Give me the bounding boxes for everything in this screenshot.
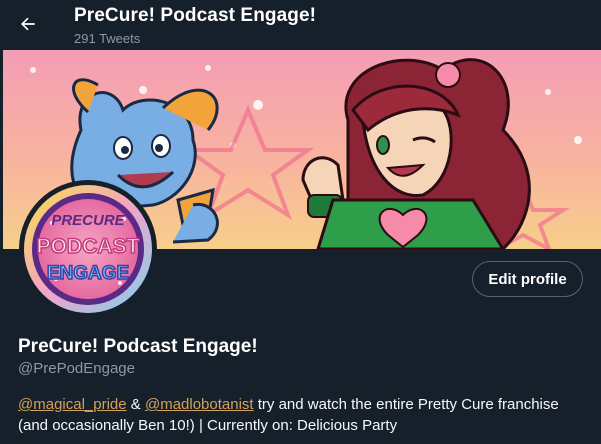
profile-bio: @magical_pride & @madlobotanist try and … [18,394,588,436]
profile-avatar[interactable]: PRECURE PODCAST ENGAGE [19,180,157,318]
logo-text-precure: PRECURE [51,212,125,229]
profile-handle: @PrePodEngage [18,360,135,377]
bio-mention-madlobotanist[interactable]: @madlobotanist [145,396,254,413]
profile-name: PreCure! Podcast Engage! [18,336,258,357]
arrow-left-icon [21,17,35,31]
bio-mention-magical-pride[interactable]: @magical_pride [18,396,127,413]
logo-text-engage: ENGAGE [47,263,129,284]
edit-profile-button[interactable]: Edit profile [472,261,583,297]
tweet-count: 291 Tweets [74,31,141,46]
top-bar: PreCure! Podcast Engage! 291 Tweets [0,0,601,50]
bio-ampersand: & [126,396,145,413]
podcast-logo: PRECURE PODCAST ENGAGE [24,185,152,313]
back-button[interactable] [10,6,46,42]
logo-text-podcast: PODCAST [37,235,140,258]
header-title: PreCure! Podcast Engage! [74,5,317,26]
